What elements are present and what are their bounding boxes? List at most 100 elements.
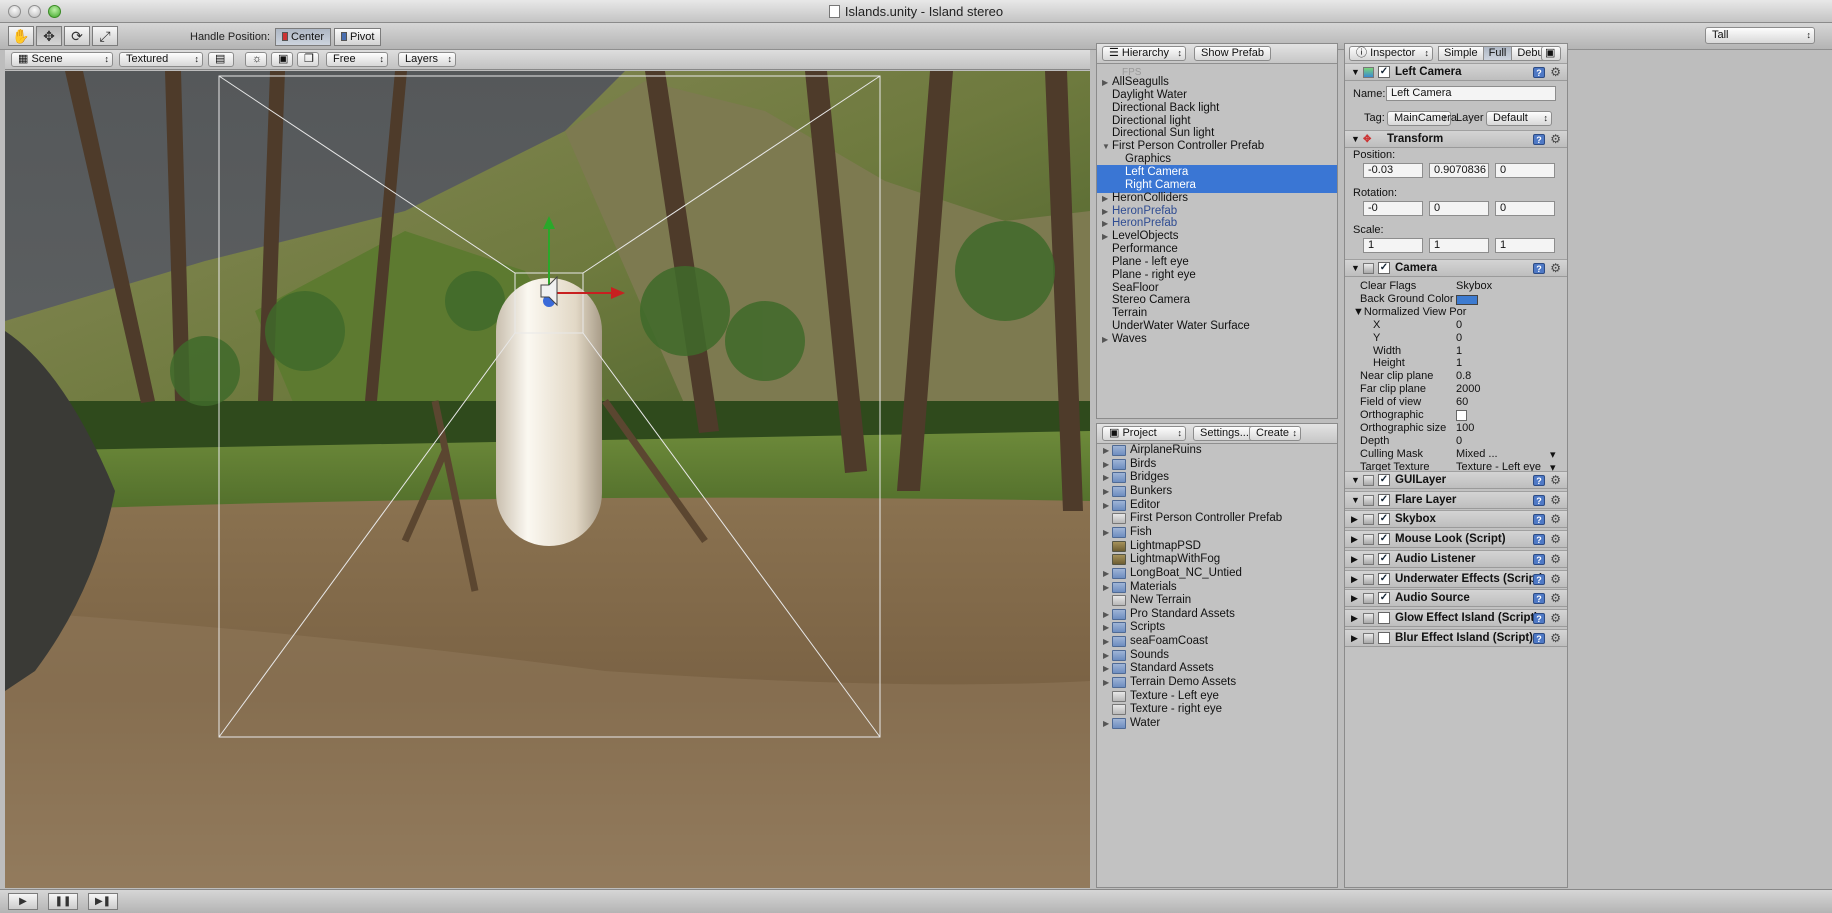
help-icon[interactable]: ?: [1533, 573, 1545, 585]
expand-triangle-icon[interactable]: ▼: [1351, 131, 1360, 148]
component-enabled-checkbox[interactable]: [1378, 631, 1390, 644]
gear-icon[interactable]: ⚙: [1550, 64, 1561, 81]
component-header[interactable]: ▶ ✓ Underwater Effects (Script)? ⚙: [1345, 569, 1567, 588]
component-enabled-checkbox[interactable]: ✓: [1378, 552, 1390, 565]
component-enabled-checkbox[interactable]: ✓: [1378, 513, 1390, 526]
rotation-x-field[interactable]: -0: [1363, 201, 1423, 216]
component-header[interactable]: ▶ ✓ Audio Source? ⚙: [1345, 589, 1567, 608]
help-icon[interactable]: ?: [1533, 553, 1545, 565]
gear-icon[interactable]: ⚙: [1550, 492, 1561, 509]
component-header[interactable]: ▼ ✓ Flare Layer? ⚙: [1345, 490, 1567, 509]
help-icon[interactable]: ?: [1533, 514, 1545, 526]
pause-button[interactable]: ❚❚: [48, 893, 78, 910]
help-icon[interactable]: ?: [1533, 263, 1545, 274]
component-enabled-checkbox[interactable]: ✓: [1378, 592, 1390, 605]
component-header[interactable]: ▶ Glow Effect Island (Script)? ⚙: [1345, 608, 1567, 627]
hand-tool-button[interactable]: ✋: [8, 26, 34, 46]
position-y-field[interactable]: 0.9070836: [1429, 163, 1489, 178]
gear-icon[interactable]: ⚙: [1550, 131, 1561, 148]
mode-full-button[interactable]: Full: [1482, 46, 1513, 61]
lock-button[interactable]: ▣: [1541, 46, 1561, 61]
audio-toggle-button[interactable]: ❐: [297, 52, 319, 67]
scene-lighting-button[interactable]: ▤: [208, 52, 234, 67]
expand-triangle-icon[interactable]: ▼: [1351, 472, 1360, 489]
component-enabled-checkbox[interactable]: ✓: [1378, 493, 1390, 506]
expand-triangle-icon[interactable]: ▶: [1351, 610, 1358, 627]
gear-icon[interactable]: ⚙: [1550, 511, 1561, 528]
gear-icon[interactable]: ⚙: [1550, 630, 1561, 647]
layers-dropdown[interactable]: Layers: [398, 52, 456, 67]
component-header[interactable]: ▼ ✓ GUILayer? ⚙: [1345, 471, 1567, 489]
expand-triangle-icon[interactable]: ▶: [1351, 571, 1358, 588]
expand-triangle-icon[interactable]: ▶: [1351, 590, 1358, 607]
scale-z-field[interactable]: 1: [1495, 238, 1555, 253]
help-icon[interactable]: ?: [1533, 593, 1545, 605]
gear-icon[interactable]: ⚙: [1550, 610, 1561, 627]
expand-triangle-icon[interactable]: ▼: [1351, 260, 1360, 277]
camera-mode-dropdown[interactable]: Free: [326, 52, 388, 67]
help-icon[interactable]: ?: [1533, 134, 1545, 145]
gear-icon[interactable]: ⚙: [1550, 571, 1561, 588]
object-active-checkbox[interactable]: ✓: [1378, 66, 1390, 78]
center-toggle[interactable]: Center: [275, 28, 332, 46]
tag-dropdown[interactable]: MainCamera: [1387, 111, 1457, 126]
help-icon[interactable]: ?: [1533, 67, 1545, 78]
gear-icon[interactable]: ⚙: [1550, 531, 1561, 548]
help-icon[interactable]: ?: [1533, 632, 1545, 644]
name-field[interactable]: Left Camera: [1386, 86, 1556, 101]
component-enabled-checkbox[interactable]: [1378, 611, 1390, 624]
step-button[interactable]: ▶❚: [88, 893, 118, 910]
component-enabled-checkbox[interactable]: ✓: [1378, 572, 1390, 585]
position-x-field[interactable]: -0.03: [1363, 163, 1423, 178]
disclosure-triangle-icon[interactable]: ▶: [1103, 716, 1109, 731]
position-z-field[interactable]: 0: [1495, 163, 1555, 178]
expand-triangle-icon[interactable]: ▶: [1351, 511, 1358, 528]
scale-x-field[interactable]: 1: [1363, 238, 1423, 253]
help-icon[interactable]: ?: [1533, 494, 1545, 506]
scene-viewport[interactable]: [5, 71, 1090, 888]
move-tool-button[interactable]: ✥: [36, 26, 62, 46]
inspector-tab-dropdown[interactable]: ⓘ Inspector: [1349, 46, 1433, 61]
help-icon[interactable]: ?: [1533, 612, 1545, 624]
gear-icon[interactable]: ⚙: [1550, 551, 1561, 568]
camera-enabled-checkbox[interactable]: ✓: [1378, 262, 1390, 274]
rotation-z-field[interactable]: 0: [1495, 201, 1555, 216]
component-enabled-checkbox[interactable]: ✓: [1378, 474, 1390, 486]
mode-simple-button[interactable]: Simple: [1438, 46, 1484, 61]
help-icon[interactable]: ?: [1533, 534, 1545, 546]
expand-triangle-icon[interactable]: ▶: [1351, 531, 1358, 548]
hierarchy-item[interactable]: ▶ Waves: [1097, 332, 1337, 347]
expand-triangle-icon[interactable]: ▼: [1351, 64, 1360, 81]
gear-icon[interactable]: ⚙: [1550, 472, 1561, 489]
component-header[interactable]: ▶ ✓ Skybox? ⚙: [1345, 510, 1567, 529]
orthographic-checkbox[interactable]: [1456, 410, 1467, 421]
scale-tool-button[interactable]: ⤢: [92, 26, 118, 46]
image-toggle-button[interactable]: ▣: [271, 52, 293, 67]
gear-icon[interactable]: ⚙: [1550, 260, 1561, 277]
rotate-tool-button[interactable]: ⟳: [64, 26, 90, 46]
component-enabled-checkbox[interactable]: ✓: [1378, 533, 1390, 546]
component-header[interactable]: ▶ Blur Effect Island (Script)? ⚙: [1345, 628, 1567, 647]
create-dropdown[interactable]: Create: [1249, 426, 1301, 441]
help-icon[interactable]: ?: [1533, 475, 1545, 486]
hierarchy-tab-dropdown[interactable]: ☰ Hierarchy: [1102, 46, 1186, 61]
component-header[interactable]: ▶ ✓ Audio Listener? ⚙: [1345, 549, 1567, 568]
disclosure-triangle-icon[interactable]: ▶: [1102, 332, 1108, 347]
play-button[interactable]: ▶: [8, 893, 38, 910]
expand-triangle-icon[interactable]: ▶: [1351, 630, 1358, 647]
layer-dropdown[interactable]: Default: [1486, 111, 1552, 126]
project-tab-dropdown[interactable]: ▣ Project: [1102, 426, 1186, 441]
scene-view-dropdown[interactable]: ▦ Scene: [11, 52, 113, 67]
layout-dropdown[interactable]: Tall: [1705, 27, 1815, 44]
rotation-y-field[interactable]: 0: [1429, 201, 1489, 216]
back-ground-color-swatch[interactable]: [1456, 294, 1478, 305]
expand-triangle-icon[interactable]: ▼: [1351, 492, 1360, 509]
component-header[interactable]: ▶ ✓ Mouse Look (Script)? ⚙: [1345, 530, 1567, 549]
light-toggle-button[interactable]: ☼: [245, 52, 267, 67]
render-mode-dropdown[interactable]: Textured: [119, 52, 203, 67]
project-item[interactable]: ▶ Water: [1097, 716, 1337, 731]
gear-icon[interactable]: ⚙: [1550, 590, 1561, 607]
expand-triangle-icon[interactable]: ▶: [1351, 551, 1358, 568]
pivot-toggle[interactable]: Pivot: [334, 28, 382, 46]
show-prefab-button[interactable]: Show Prefab: [1194, 46, 1271, 61]
